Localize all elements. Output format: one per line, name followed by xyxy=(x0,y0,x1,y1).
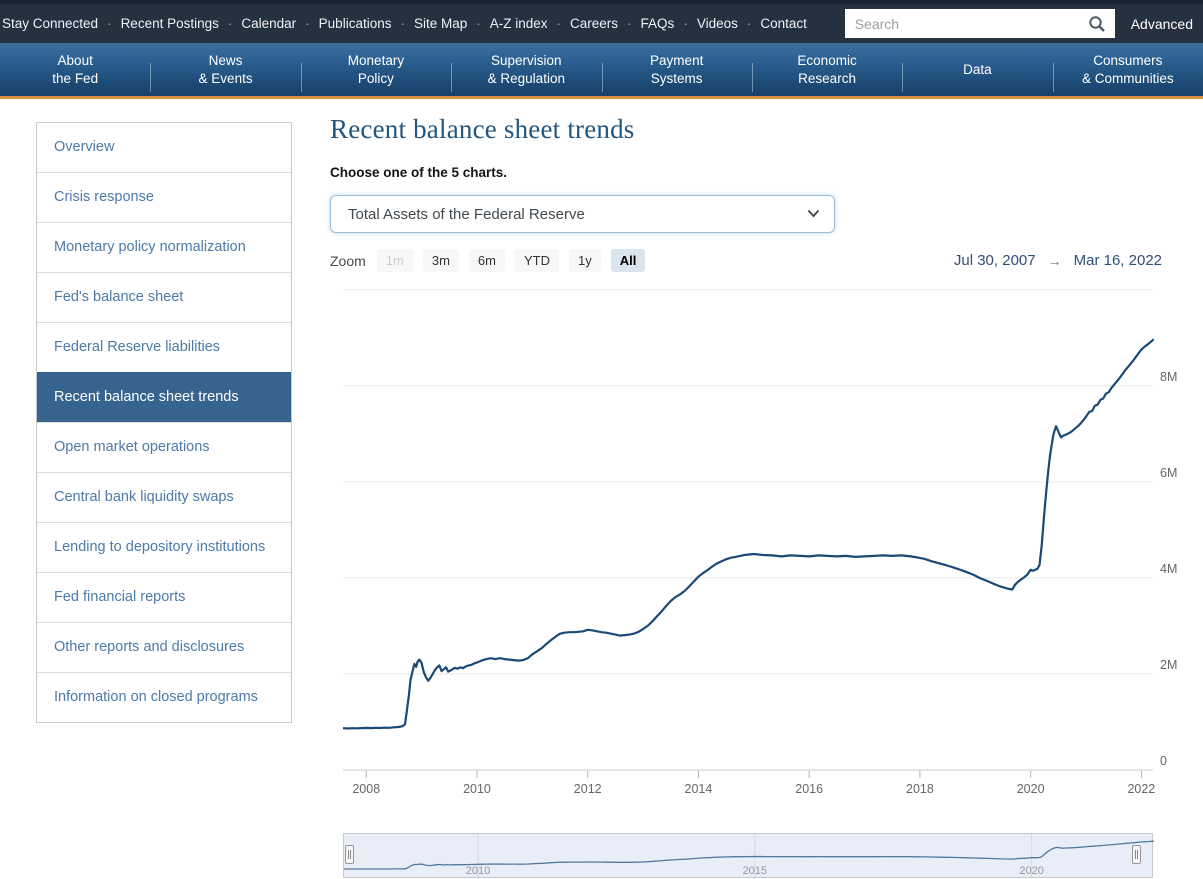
navigator-axis-label: 2010 xyxy=(466,865,490,877)
sidebar-item-information-on-closed-programs[interactable]: Information on closed programs xyxy=(37,672,291,722)
x-axis-label: 2014 xyxy=(685,782,713,796)
utility-link-stay-connected[interactable]: Stay Connected xyxy=(2,16,98,31)
sidebar-item-recent-balance-sheet-trends[interactable]: Recent balance sheet trends xyxy=(37,372,291,422)
y-axis-label: 2M xyxy=(1160,658,1177,672)
x-axis-label: 2008 xyxy=(352,782,380,796)
utility-links: Stay Connected · Recent Postings · Calendar ·… xyxy=(2,16,807,31)
utility-link-site-map[interactable]: Site Map xyxy=(414,16,467,31)
sidebar-item-lending-to-depository-institutions[interactable]: Lending to depository institutions xyxy=(37,522,291,572)
utility-separator: · xyxy=(305,16,310,31)
sidebar-item-other-reports-and-disclosures[interactable]: Other reports and disclosures xyxy=(37,622,291,672)
utility-bar: Stay Connected · Recent Postings · Calendar ·… xyxy=(0,0,1203,43)
page-title: Recent balance sheet trends xyxy=(330,114,1203,145)
chart-navigator[interactable]: 2010 2015 2020 xyxy=(343,833,1153,878)
range-button-3m[interactable]: 3m xyxy=(423,249,459,272)
nav-item-data[interactable]: Data xyxy=(902,43,1052,96)
x-axis-label: 2016 xyxy=(795,782,823,796)
utility-separator: · xyxy=(400,16,405,31)
navigator-axis-label: 2015 xyxy=(743,865,767,877)
chart-select[interactable]: Total Assets of the Federal Reserve xyxy=(330,195,835,233)
navigator-right-handle[interactable] xyxy=(1132,845,1141,864)
date-range: Jul 30, 2007 → Mar 16, 2022 xyxy=(954,252,1162,269)
range-button-1y[interactable]: 1y xyxy=(569,249,601,272)
x-axis-label: 2010 xyxy=(463,782,491,796)
nav-item-payment-systems[interactable]: Payment Systems xyxy=(602,43,752,96)
date-to-input[interactable]: Mar 16, 2022 xyxy=(1074,252,1162,269)
utility-separator: · xyxy=(476,16,481,31)
sidebar-menu: OverviewCrisis responseMonetary policy n… xyxy=(36,122,292,723)
nav-item-economic-research[interactable]: Economic Research xyxy=(752,43,902,96)
nav-item-supervision-regulation[interactable]: Supervision & Regulation xyxy=(451,43,601,96)
utility-separator: · xyxy=(627,16,632,31)
sidebar-item-overview[interactable]: Overview xyxy=(37,123,291,172)
sidebar-item-federal-reserve-liabilities[interactable]: Federal Reserve liabilities xyxy=(37,322,291,372)
range-button-ytd[interactable]: YTD xyxy=(515,249,559,272)
navigator-mini-chart: 2010 2015 2020 xyxy=(344,834,1154,879)
range-button-1m: 1m xyxy=(377,249,413,272)
utility-link-contact[interactable]: Contact xyxy=(760,16,807,31)
nav-item-news-events[interactable]: News & Events xyxy=(150,43,300,96)
sidebar-item-monetary-policy-normalization[interactable]: Monetary policy normalization xyxy=(37,222,291,272)
utility-separator: · xyxy=(228,16,233,31)
utility-separator: · xyxy=(557,16,562,31)
chart-select-value: Total Assets of the Federal Reserve xyxy=(348,206,807,223)
utility-link-careers[interactable]: Careers xyxy=(570,16,618,31)
range-button-all[interactable]: All xyxy=(611,249,646,272)
utility-link-a-z-index[interactable]: A-Z index xyxy=(490,16,548,31)
utility-link-recent-postings[interactable]: Recent Postings xyxy=(121,16,219,31)
chart-plot-area[interactable]: 0 2M 4M 6M 8M 2008 2010 2012 2014 2016 2018 2020 202… xyxy=(343,285,1193,800)
x-axis-label: 2022 xyxy=(1127,782,1155,796)
main-content: Recent balance sheet trends Choose one o… xyxy=(330,110,1203,272)
navigator-left-handle[interactable] xyxy=(345,845,354,864)
utility-separator: · xyxy=(683,16,688,31)
utility-link-videos[interactable]: Videos xyxy=(697,16,738,31)
sidebar-item-fed-financial-reports[interactable]: Fed financial reports xyxy=(37,572,291,622)
utility-separator: · xyxy=(107,16,112,31)
x-axis-label: 2018 xyxy=(906,782,934,796)
y-axis-label: 4M xyxy=(1160,562,1177,576)
utility-link-calendar[interactable]: Calendar xyxy=(241,16,296,31)
chart-instruction: Choose one of the 5 charts. xyxy=(330,165,1203,180)
chevron-down-icon xyxy=(807,205,820,223)
search-area: Advanced xyxy=(845,9,1193,38)
nav-item-consumers-communities[interactable]: Consumers & Communities xyxy=(1053,43,1203,96)
sidebar-item-fed-s-balance-sheet[interactable]: Fed's balance sheet xyxy=(37,272,291,322)
sidebar-item-central-bank-liquidity-swaps[interactable]: Central bank liquidity swaps xyxy=(37,472,291,522)
date-from-input[interactable]: Jul 30, 2007 xyxy=(954,252,1036,269)
range-buttons: 1m 3m 6m YTD 1y All xyxy=(377,249,646,272)
series-line xyxy=(343,340,1153,729)
navigator-axis-label: 2020 xyxy=(1019,865,1043,877)
nav-item-about-the-fed[interactable]: About the Fed xyxy=(0,43,150,96)
range-selector-row: Zoom 1m 3m 6m YTD 1y All Jul 30, 2007 → Mar 1… xyxy=(330,249,1190,272)
utility-link-faqs[interactable]: FAQs xyxy=(641,16,675,31)
arrow-right-icon: → xyxy=(1048,253,1062,269)
search-icon[interactable] xyxy=(1085,12,1109,36)
y-axis-label: 6M xyxy=(1160,466,1177,480)
x-axis-label: 2020 xyxy=(1017,782,1045,796)
main-nav: About the FedNews & EventsMonetary Polic… xyxy=(0,43,1203,99)
zoom-label: Zoom xyxy=(330,253,366,269)
y-axis-label: 8M xyxy=(1160,370,1177,384)
sidebar-item-crisis-response[interactable]: Crisis response xyxy=(37,172,291,222)
utility-link-publications[interactable]: Publications xyxy=(319,16,392,31)
search-box[interactable] xyxy=(845,9,1115,38)
range-button-6m[interactable]: 6m xyxy=(469,249,505,272)
utility-separator: · xyxy=(747,16,752,31)
search-input[interactable] xyxy=(845,9,1085,38)
x-axis-label: 2012 xyxy=(574,782,602,796)
sidebar-item-open-market-operations[interactable]: Open market operations xyxy=(37,422,291,472)
y-axis-label: 0 xyxy=(1160,754,1167,768)
advanced-search-link[interactable]: Advanced xyxy=(1131,16,1193,32)
nav-item-monetary-policy[interactable]: Monetary Policy xyxy=(301,43,451,96)
